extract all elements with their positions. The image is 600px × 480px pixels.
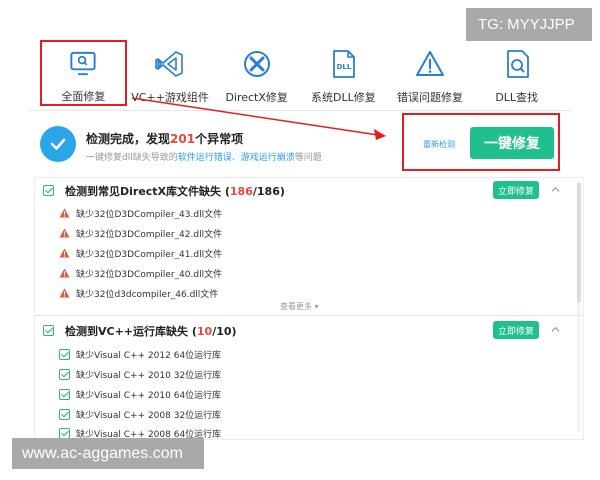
- game-crash-link[interactable]: 游戏运行崩溃: [241, 153, 295, 163]
- list-item: 缺少32位d3dcompiler_46.dll文件: [59, 285, 218, 301]
- section-divider: [35, 315, 583, 316]
- visual-studio-icon: [155, 51, 183, 77]
- list-item: 缺少Visual C++ 2010 64位运行库: [59, 386, 221, 402]
- nav-tabs: 全面修复 VC++游戏组件 DirectX修复 DLL 系统DLL修复 错误问题…: [40, 40, 560, 106]
- chevron-up-icon[interactable]: [551, 185, 560, 194]
- header-divider: [30, 110, 570, 111]
- tab-error-repair[interactable]: 错误问题修复: [387, 40, 474, 106]
- tab-label: 全面修复: [61, 90, 106, 103]
- list-item: 缺少32位D3DCompiler_40.dll文件: [59, 265, 222, 281]
- success-check-icon: [40, 126, 76, 162]
- list-item: 缺少Visual C++ 2010 32位运行库: [59, 366, 221, 382]
- tab-label: 系统DLL修复: [310, 91, 376, 104]
- anomaly-count: 201: [170, 132, 196, 146]
- list-item: 缺少32位D3DCompiler_41.dll文件: [59, 245, 222, 261]
- section-directx-header: 检测到常见DirectX库文件缺失 (186/186) 立即修复: [35, 180, 583, 202]
- section-directx-title: 检测到常见DirectX库文件缺失 (186/186): [65, 185, 285, 198]
- tab-vc-components[interactable]: VC++游戏组件: [127, 40, 214, 106]
- dll-file-icon: DLL: [333, 50, 356, 78]
- section-vc-header: 检测到VC++运行库缺失 (10/10) 立即修复: [35, 320, 583, 342]
- list-item: 缺少32位D3DCompiler_43.dll文件: [59, 205, 222, 221]
- list-item: 缺少Visual C++ 2008 32位运行库: [59, 406, 221, 422]
- warning-icon: [59, 208, 70, 218]
- svg-text:DLL: DLL: [337, 63, 352, 71]
- vc-fix-now-button[interactable]: 立即修复: [493, 321, 539, 339]
- results-panel: 检测到常见DirectX库文件缺失 (186/186) 立即修复 缺少32位D3…: [34, 177, 584, 440]
- software-error-link[interactable]: 软件运行错误: [178, 153, 232, 163]
- item-checkbox[interactable]: [59, 427, 70, 439]
- chevron-up-icon[interactable]: [551, 325, 560, 334]
- warning-triangle-icon: [416, 51, 445, 76]
- action-highlight-box: 重新检测 一键修复: [402, 113, 560, 171]
- scan-result-subtitle: 一键修复dll缺失导致的软件运行错误、游戏运行崩溃等问题: [86, 153, 322, 163]
- watermark-bottom: www.ac-aggames.com: [12, 438, 204, 469]
- tab-full-repair[interactable]: 全面修复: [40, 40, 127, 106]
- item-checkbox[interactable]: [59, 388, 70, 400]
- list-item: 缺少32位D3DCompiler_42.dll文件: [59, 225, 222, 241]
- tab-label: 错误问题修复: [397, 91, 464, 104]
- tab-label: DirectX修复: [225, 91, 288, 104]
- warning-icon: [59, 268, 70, 278]
- list-item: 缺少Visual C++ 2012 64位运行库: [59, 346, 221, 362]
- monitor-search-icon: [70, 51, 96, 76]
- tab-label: DLL查找: [495, 91, 539, 104]
- tab-system-dll-repair[interactable]: DLL 系统DLL修复: [300, 40, 387, 106]
- one-click-fix-button[interactable]: 一键修复: [470, 127, 554, 159]
- rescan-link[interactable]: 重新检测: [423, 139, 455, 150]
- warning-icon: [59, 228, 70, 238]
- tab-label: VC++游戏组件: [131, 91, 209, 104]
- dll-search-icon: [506, 50, 529, 78]
- section-vc-title: 检测到VC++运行库缺失 (10/10): [65, 325, 237, 338]
- section-vc-checkbox[interactable]: [43, 325, 54, 336]
- item-checkbox[interactable]: [59, 408, 70, 420]
- directx-icon: [243, 51, 270, 77]
- warning-icon: [59, 248, 70, 258]
- tab-directx-repair[interactable]: DirectX修复: [213, 40, 300, 106]
- view-more-link[interactable]: 查看更多 ▾: [280, 301, 319, 312]
- tab-dll-search[interactable]: DLL查找: [473, 40, 560, 106]
- scan-result-title: 检测完成，发现201个异常项: [86, 132, 244, 146]
- item-checkbox[interactable]: [59, 348, 70, 360]
- section-directx-checkbox[interactable]: [43, 185, 54, 196]
- warning-icon: [59, 288, 70, 298]
- directx-fix-now-button[interactable]: 立即修复: [493, 181, 539, 199]
- item-checkbox[interactable]: [59, 368, 70, 380]
- watermark-top: TG: MYYJJPP: [466, 8, 592, 41]
